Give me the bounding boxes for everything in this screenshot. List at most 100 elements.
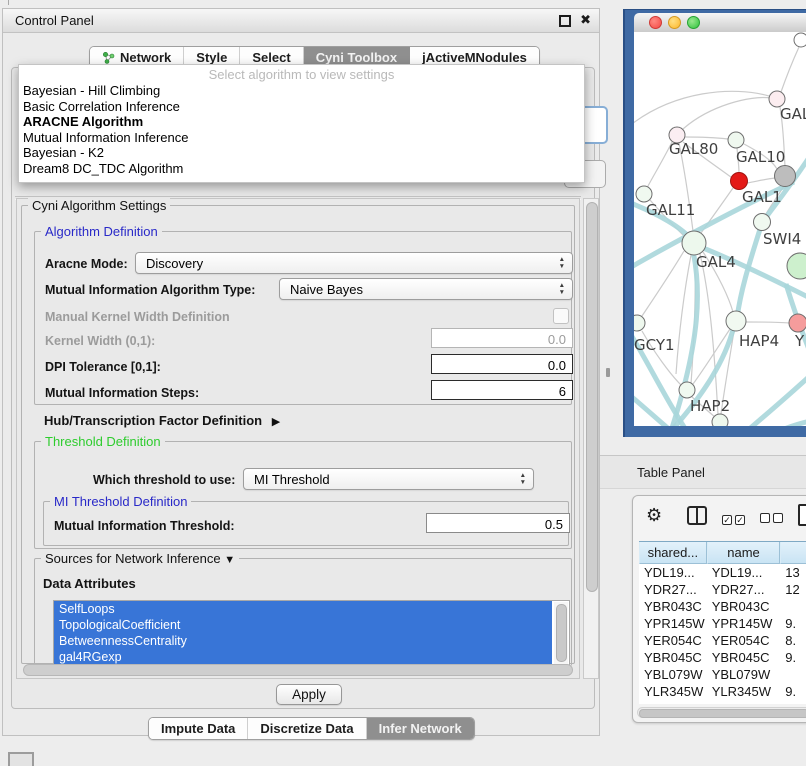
network-edge[interactable]	[683, 98, 771, 129]
algorithm-option[interactable]: Basic Correlation Inference	[19, 99, 584, 115]
zoom-traffic-light-icon[interactable]	[687, 16, 700, 29]
table-row[interactable]: YER054CYER054C8.	[639, 632, 806, 649]
network-node-swi4[interactable]	[754, 214, 771, 231]
network-node-hap2[interactable]	[679, 382, 695, 398]
network-node-hap4[interactable]	[726, 311, 746, 331]
unchecked-box-icon	[773, 513, 783, 523]
control-panel: Control Panel ✖ NetworkStyleSelectCyni T…	[2, 8, 600, 736]
network-node-y[interactable]	[789, 314, 806, 332]
network-node-gal4[interactable]	[682, 231, 706, 255]
algorithm-option[interactable]: Bayesian - K2	[19, 145, 584, 161]
aracne-mode-label: Aracne Mode:	[45, 257, 128, 271]
tab-label: Select	[252, 50, 290, 65]
network-edge[interactable]	[634, 91, 769, 127]
scrollbar-thumb[interactable]	[556, 604, 567, 662]
settings-horizontal-scrollbar[interactable]	[21, 664, 573, 675]
table-cell: 9.	[780, 615, 806, 632]
table-row[interactable]: YDR27...YDR27...12	[639, 581, 806, 598]
network-edge-highlighted[interactable]	[720, 372, 806, 426]
column-header[interactable]: name	[707, 542, 781, 564]
dpi-tolerance-field[interactable]	[431, 354, 573, 374]
kernel-width-field[interactable]	[431, 328, 573, 348]
which-threshold-select[interactable]: MI Threshold ▲▼	[243, 468, 534, 490]
apply-button[interactable]: Apply	[276, 684, 342, 705]
settings-vertical-scrollbar[interactable]	[583, 198, 599, 679]
algorithm-option[interactable]: Mutual Information Inference	[19, 130, 584, 146]
network-view-window[interactable]: GALGAL80GAL10GAL1GAL11SWI4GAL4GCY1HAP4YH…	[623, 9, 806, 437]
float-window-icon[interactable]	[559, 15, 571, 27]
algorithm-dropdown: Select algorithm to view settings Bayesi…	[18, 64, 585, 183]
network-node[interactable]	[775, 166, 796, 187]
close-traffic-light-icon[interactable]	[649, 16, 662, 29]
table-cell: YER054C	[707, 632, 781, 649]
network-node[interactable]	[712, 414, 728, 426]
expanded-arrow-icon[interactable]: ▼	[224, 554, 235, 566]
scrollbar-thumb[interactable]	[23, 664, 573, 676]
table-panel-header: Table Panel	[600, 455, 806, 489]
mi-threshold-field[interactable]	[426, 513, 570, 533]
dropdown-prompt: Select algorithm to view settings	[19, 65, 584, 83]
column-header[interactable]: shared...	[639, 542, 707, 564]
network-edge[interactable]	[685, 137, 728, 139]
network-window-titlebar[interactable]	[634, 13, 806, 33]
control-panel-titlebar: Control Panel ✖	[3, 9, 599, 33]
node-label: GAL	[780, 105, 806, 123]
gear-icon[interactable]: ⚙	[646, 505, 662, 526]
table-row[interactable]: YDL19...YDL19...13	[639, 564, 806, 581]
network-node[interactable]	[787, 253, 806, 279]
algorithm-option[interactable]: Dream8 DC_TDC Algorithm	[19, 161, 584, 177]
tab-impute-data[interactable]: Impute Data	[149, 718, 248, 739]
network-node-gcy1[interactable]	[634, 315, 645, 331]
network-node-gal11[interactable]	[636, 186, 652, 202]
network-canvas[interactable]: GALGAL80GAL10GAL1GAL11SWI4GAL4GCY1HAP4YH…	[634, 32, 806, 426]
select-all-checkboxes-icon[interactable]: ✓✓	[722, 510, 748, 528]
network-edge-highlighted[interactable]	[726, 420, 806, 426]
algorithm-definition-group: Algorithm Definition Aracne Mode: Discov…	[34, 231, 572, 405]
algorithm-option[interactable]: Bayesian - Hill Climbing	[19, 83, 584, 99]
tab-discretize-data[interactable]: Discretize Data	[248, 718, 366, 739]
network-edge[interactable]	[781, 47, 799, 92]
new-table-icon[interactable]	[798, 504, 806, 526]
network-edge[interactable]	[746, 322, 789, 323]
table-row[interactable]: YBL079WYBL079W	[639, 666, 806, 683]
panel-splitter-handle[interactable]	[606, 368, 610, 377]
network-node-gal1[interactable]	[731, 173, 748, 190]
scrollbar-thumb[interactable]	[639, 709, 806, 718]
data-attribute-item[interactable]: SelfLoops	[54, 601, 552, 617]
close-icon[interactable]: ✖	[580, 12, 591, 28]
algorithm-option[interactable]: ARACNE Algorithm	[19, 114, 584, 130]
data-attribute-item[interactable]: gal4RGexp	[54, 649, 552, 665]
hub-section-toggle[interactable]: Hub/Transcription Factor Definition ▶	[44, 413, 280, 428]
scrollbar-thumb[interactable]	[586, 202, 598, 592]
table-row[interactable]: YBR043CYBR043C	[639, 598, 806, 615]
minimize-traffic-light-icon[interactable]	[668, 16, 681, 29]
columns-icon[interactable]	[687, 506, 707, 525]
data-attribute-item[interactable]: BetweennessCentrality	[54, 633, 552, 649]
unchecked-box-icon	[760, 513, 770, 523]
network-node-gal10[interactable]	[728, 132, 744, 148]
deselect-all-checkboxes-icon[interactable]	[760, 510, 786, 528]
network-graph[interactable]: GALGAL80GAL10GAL1GAL11SWI4GAL4GCY1HAP4YH…	[634, 32, 806, 426]
data-attribute-item[interactable]: TopologicalCoefficient	[54, 617, 552, 633]
table-cell: YDL19...	[707, 564, 781, 581]
network-node[interactable]	[794, 33, 806, 47]
list-vertical-scrollbar[interactable]	[554, 602, 568, 664]
network-edge[interactable]	[747, 178, 775, 183]
table-row[interactable]: YIL052CYIL052C9	[639, 700, 806, 704]
table-horizontal-scrollbar[interactable]	[637, 707, 806, 718]
network-edge[interactable]	[642, 251, 684, 316]
data-attributes-list[interactable]: SelfLoopsTopologicalCoefficientBetweenne…	[53, 600, 570, 666]
table-row[interactable]: YBR045CYBR045C9.	[639, 649, 806, 666]
table-cell: 9.	[780, 649, 806, 666]
table-row[interactable]: YLR345WYLR345W9.	[639, 683, 806, 700]
table-row[interactable]: YPR145WYPR145W9.	[639, 615, 806, 632]
manual-kernel-checkbox[interactable]	[553, 308, 569, 324]
aracne-mode-select[interactable]: Discovery ▲▼	[135, 252, 573, 274]
column-header[interactable]	[780, 542, 806, 564]
tab-infer-network[interactable]: Infer Network	[367, 718, 474, 739]
node-table[interactable]: shared...name YDL19...YDL19...13YDR27...…	[639, 541, 806, 704]
mi-steps-field[interactable]	[431, 380, 573, 400]
which-threshold-value: MI Threshold	[254, 472, 330, 487]
mi-algorithm-type-select[interactable]: Naive Bayes ▲▼	[279, 278, 573, 300]
desktop: { "window": { "title": "Control Panel" }…	[0, 0, 806, 762]
